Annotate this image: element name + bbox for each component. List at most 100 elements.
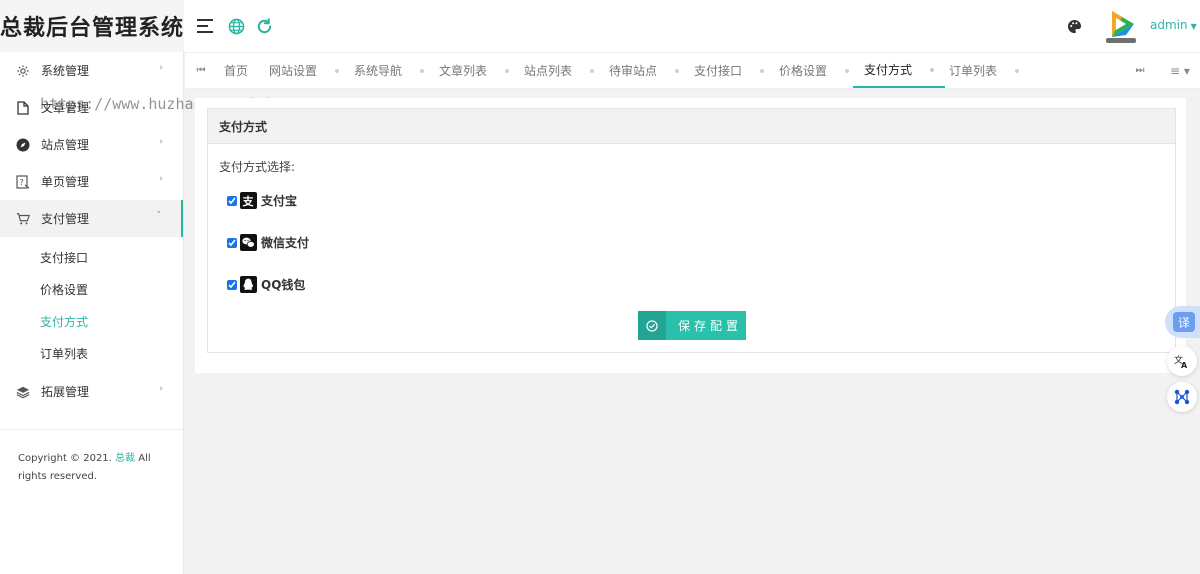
network-icon[interactable] <box>1167 382 1197 412</box>
chevron-right-icon: › <box>159 174 163 184</box>
page-icon: ? <box>16 174 30 189</box>
translate-widget[interactable]: 译 <box>1165 306 1200 338</box>
app-logo[interactable]: 总裁后台管理系统 <box>0 0 184 52</box>
sidebar-item-label: 拓展管理 <box>41 385 90 399</box>
qq-icon <box>240 275 257 293</box>
chevron-right-icon: › <box>159 63 163 73</box>
tab-site-list[interactable]: 站点列表 <box>524 53 595 88</box>
sidebar-item-label: 站点管理 <box>41 138 90 152</box>
sidebar: 系统管理 › 文章管理 站点管理 › ? 单页管理 › 支付管理 ˅ 支付接口 … <box>0 52 184 574</box>
tab-close-icon[interactable] <box>1015 68 1020 73</box>
tab-scroll-right-icon[interactable]: ⏭ <box>1130 53 1150 88</box>
copyright-brand-link[interactable]: 总裁 <box>115 453 135 464</box>
tab-label: 文章列表 <box>439 64 488 78</box>
layers-icon <box>16 385 30 399</box>
svg-text:?: ? <box>20 178 24 187</box>
translate-label: 译 <box>1173 312 1195 332</box>
qq-checkbox[interactable] <box>227 280 237 290</box>
sidebar-item-label: 文章管理 <box>41 101 90 115</box>
wechat-icon <box>240 233 257 251</box>
sidebar-item-system[interactable]: 系统管理 › <box>0 52 183 89</box>
tab-options-menu-icon[interactable]: ≡ ▾ <box>1165 53 1195 88</box>
chevron-down-icon: ▼ <box>1190 22 1197 31</box>
chevron-down-icon: ˅ <box>156 211 162 221</box>
tab-close-icon[interactable] <box>845 68 850 73</box>
payment-methods-panel: 支付方式 支付方式选择: 支 支付宝 微信支付 QQ钱包 保存配置 <box>207 108 1176 353</box>
tab-home[interactable]: 首页 <box>224 53 248 88</box>
field-label: 支付方式选择: <box>219 160 296 174</box>
sidebar-item-label: 系统管理 <box>41 64 90 78</box>
svg-text:A: A <box>1181 361 1188 369</box>
tab-close-icon[interactable] <box>335 68 340 73</box>
tab-bar: ⏮ 首页 网站设置 系统导航 文章列表 站点列表 待审站点 支付接口 价格设置 … <box>185 52 1200 89</box>
tab-site-settings[interactable]: 网站设置 <box>269 53 340 88</box>
content-card: 支付方式 支付方式选择: 支 支付宝 微信支付 QQ钱包 保存配置 <box>195 98 1186 373</box>
tab-price-settings[interactable]: 价格设置 <box>779 53 850 88</box>
option-wechat[interactable]: 微信支付 <box>227 233 309 251</box>
language-icon[interactable]: 文A <box>1167 346 1197 376</box>
tab-close-icon[interactable] <box>930 67 935 72</box>
sidebar-item-label: 支付管理 <box>41 212 90 226</box>
gear-icon <box>16 64 30 78</box>
tab-payment-api[interactable]: 支付接口 <box>694 53 765 88</box>
sidebar-subitem-order-list[interactable]: 订单列表 <box>0 337 183 369</box>
chevron-right-icon: › <box>159 384 163 394</box>
copyright: Copyright © 2021. 总裁 All rights reserved… <box>18 450 178 486</box>
sidebar-item-extensions[interactable]: 拓展管理 › <box>0 373 183 410</box>
tab-order-list[interactable]: 订单列表 <box>949 53 1020 88</box>
sidebar-subitem-payment-api[interactable]: 支付接口 <box>0 241 183 273</box>
tab-label: 站点列表 <box>524 64 573 78</box>
chevron-right-icon: › <box>159 137 163 147</box>
tab-close-icon[interactable] <box>590 68 595 73</box>
sidebar-item-payment[interactable]: 支付管理 ˅ <box>0 200 183 237</box>
refresh-icon[interactable] <box>254 16 274 36</box>
copyright-prefix: Copyright © 2021. <box>18 453 112 464</box>
tab-label: 支付方式 <box>864 63 913 77</box>
globe-icon[interactable] <box>226 16 246 36</box>
tab-close-icon[interactable] <box>675 68 680 73</box>
tab-label: 网站设置 <box>269 64 318 78</box>
palette-icon[interactable] <box>1064 16 1084 36</box>
sidebar-subitem-price-settings[interactable]: 价格设置 <box>0 273 183 305</box>
document-icon <box>16 100 30 115</box>
alipay-icon: 支 <box>240 191 257 209</box>
tab-article-list[interactable]: 文章列表 <box>439 53 510 88</box>
sidebar-item-sites[interactable]: 站点管理 › <box>0 126 183 163</box>
option-label: 微信支付 <box>261 235 310 250</box>
tab-payment-methods[interactable]: 支付方式 <box>853 53 946 88</box>
option-label: QQ钱包 <box>261 277 306 292</box>
panel-title: 支付方式 <box>208 109 1175 144</box>
tab-pending-sites[interactable]: 待审站点 <box>609 53 680 88</box>
tab-close-icon[interactable] <box>420 68 425 73</box>
tab-label: 订单列表 <box>949 64 998 78</box>
sidebar-divider <box>0 429 183 430</box>
menu-toggle-icon[interactable] <box>196 16 216 36</box>
sidebar-subitem-payment-methods[interactable]: 支付方式 <box>0 305 183 337</box>
username: admin <box>1150 18 1188 32</box>
sidebar-item-articles[interactable]: 文章管理 <box>0 89 183 126</box>
user-menu[interactable]: admin ▼ <box>1150 18 1197 32</box>
alipay-checkbox[interactable] <box>227 196 237 206</box>
svg-text:支: 支 <box>242 194 255 208</box>
option-alipay[interactable]: 支 支付宝 <box>227 191 297 209</box>
avatar[interactable] <box>1104 7 1138 45</box>
tab-label: 支付接口 <box>694 64 743 78</box>
tab-close-icon[interactable] <box>760 68 765 73</box>
save-config-button[interactable]: 保存配置 <box>638 311 746 340</box>
option-label: 支付宝 <box>261 193 298 208</box>
tab-close-icon[interactable] <box>505 68 510 73</box>
wechat-checkbox[interactable] <box>227 238 237 248</box>
tab-label: 系统导航 <box>354 64 403 78</box>
tab-label: 待审站点 <box>609 64 658 78</box>
tab-label: 价格设置 <box>779 64 828 78</box>
cart-icon <box>16 212 30 226</box>
sidebar-item-pages[interactable]: ? 单页管理 › <box>0 163 183 200</box>
tab-scroll-left-icon[interactable]: ⏮ <box>191 53 211 88</box>
header: 总裁后台管理系统 admin ▼ <box>0 0 1200 52</box>
check-circle-icon <box>638 311 666 340</box>
option-qq-wallet[interactable]: QQ钱包 <box>227 275 305 293</box>
compass-icon <box>16 138 30 152</box>
panel-body: 支付方式选择: 支 支付宝 微信支付 QQ钱包 保存配置 <box>208 144 1175 352</box>
tab-system-nav[interactable]: 系统导航 <box>354 53 425 88</box>
save-button-label: 保存配置 <box>678 319 743 333</box>
